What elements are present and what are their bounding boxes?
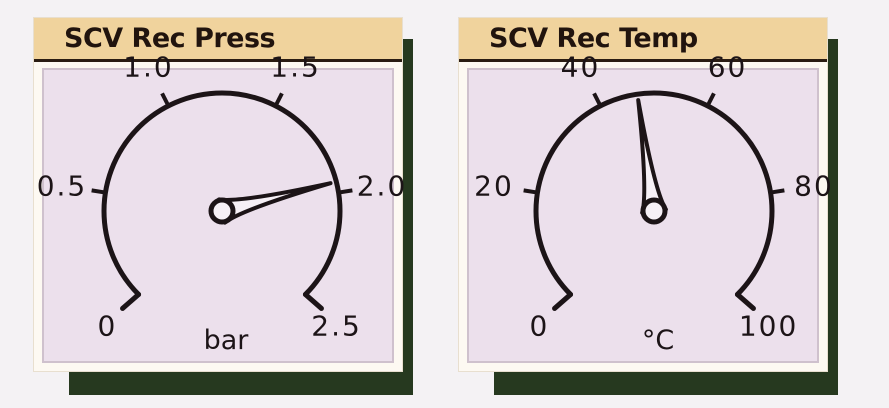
- gauge-needle: [636, 98, 668, 215]
- tick-label: 2.5: [311, 310, 362, 343]
- tick-label: 0.5: [37, 170, 88, 203]
- tick-label: 2.0: [357, 170, 408, 203]
- gauge-frame: SCV Rec Temp 0 20 40 60 80 100 °C: [458, 17, 832, 372]
- gauge-frame: SCV Rec Press 0 0.5 1.0 1.5 2.0 2.5 bar: [33, 17, 406, 372]
- gauge-hub: [208, 197, 236, 225]
- tick-label: 1.0: [123, 51, 174, 84]
- tick-label: 20: [474, 170, 514, 203]
- dial-tick: [705, 92, 716, 107]
- dial-tick: [338, 188, 353, 195]
- gauge-panel-pressure: SCV Rec Press 0 0.5 1.0 1.5 2.0 2.5 bar: [33, 17, 413, 395]
- tick-label: 0: [98, 310, 118, 343]
- dial-tick: [91, 188, 106, 195]
- dial-tick: [273, 92, 284, 107]
- dial-tick: [592, 92, 603, 107]
- tick-label: 60: [708, 51, 748, 84]
- dial-end-hook-left: [552, 291, 574, 311]
- gauge-needle: [217, 181, 333, 225]
- dial-tick: [523, 188, 538, 195]
- tick-label: 100: [739, 310, 798, 343]
- tick-label: 0: [530, 310, 550, 343]
- gauge-hub: [640, 197, 668, 225]
- tick-label: 1.5: [270, 51, 321, 84]
- dial-svg: 0 20 40 60 80 100 °C: [474, 51, 832, 356]
- tick-label: 80: [794, 170, 834, 203]
- dial-tick: [160, 92, 171, 107]
- dial-tick: [770, 188, 785, 195]
- dial-svg: 0 0.5 1.0 1.5 2.0 2.5 bar: [37, 51, 406, 356]
- dial-end-hook-left: [120, 291, 142, 311]
- gauge-panel-temperature: SCV Rec Temp 0 20 40 60 80 100 °C: [458, 17, 838, 395]
- unit-label: bar: [204, 325, 250, 356]
- dial-end-hook-right: [734, 291, 756, 311]
- dial-end-hook-right: [302, 291, 324, 311]
- tick-label: 40: [561, 51, 601, 84]
- dial-arc: [101, 90, 343, 297]
- unit-label: °C: [642, 325, 674, 356]
